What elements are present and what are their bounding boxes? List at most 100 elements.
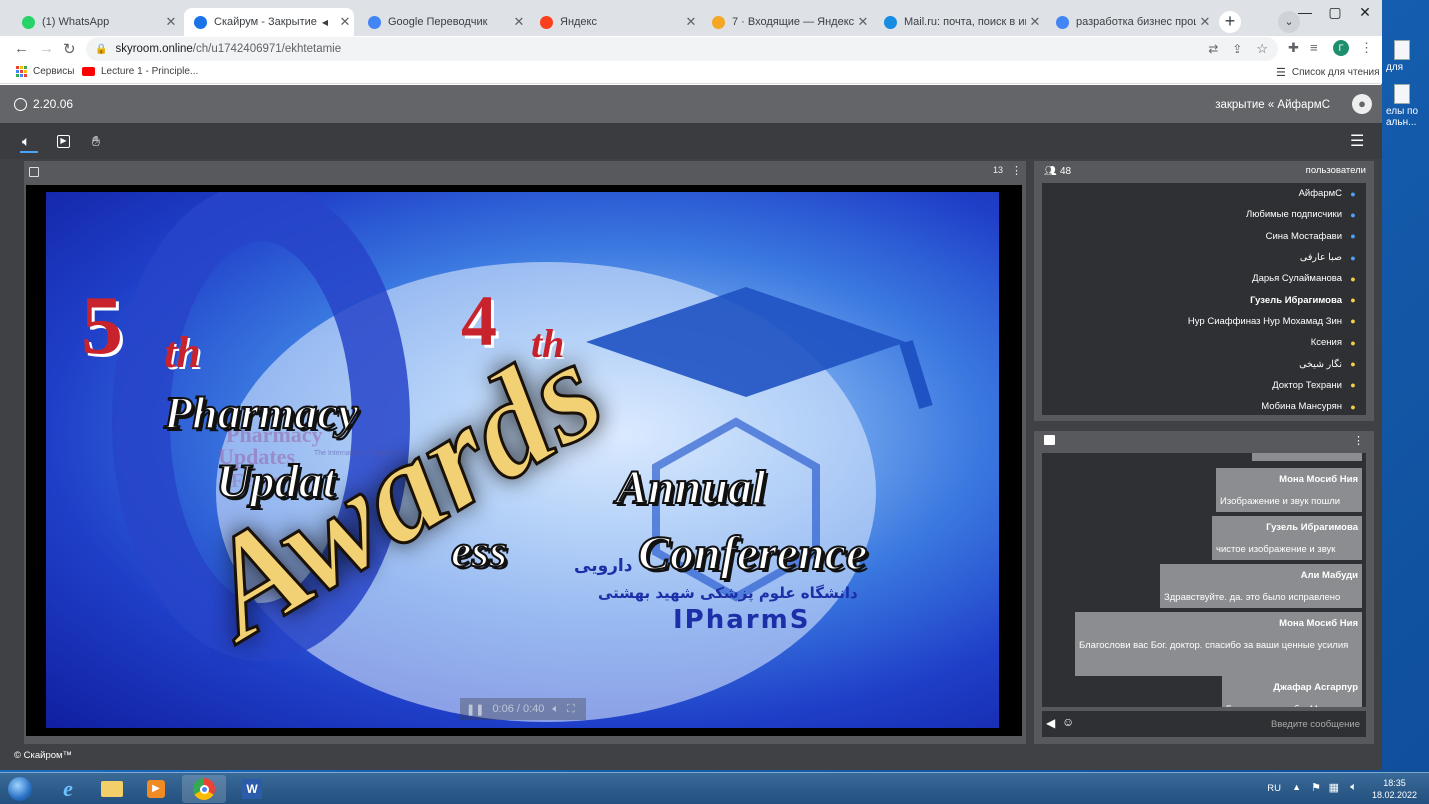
start-button[interactable] [0, 775, 40, 803]
close-window-button[interactable]: ✕ [1350, 0, 1380, 24]
chat-more-icon[interactable]: ⋮ [1353, 434, 1364, 447]
taskbar-media[interactable]: ▶ [134, 775, 178, 803]
star-icon[interactable]: ☆ [1256, 41, 1268, 57]
address-bar[interactable]: 🔒 skyroom.online/ch/u1742406971/ekhtetam… [86, 37, 1278, 61]
tab-item[interactable]: разработка бизнес процессов✕ [1046, 8, 1214, 36]
maximize-button[interactable]: ▢ [1320, 0, 1350, 24]
minimize-button[interactable]: — [1290, 0, 1320, 24]
tab-item[interactable]: Google Переводчик ✕ [358, 8, 528, 36]
user-row[interactable]: Любимые подписчики ● [1042, 204, 1366, 225]
share-icon[interactable]: ⇪ [1232, 42, 1242, 56]
user-name: Сина Мостафави [1265, 230, 1342, 242]
taskbar-ie[interactable]: e [46, 775, 90, 803]
back-icon[interactable]: ← [14, 40, 29, 57]
translate-icon[interactable]: ⇄ [1208, 42, 1218, 56]
slide-annual: Annual [615, 460, 766, 515]
user-row[interactable]: نگار شیخی ● [1042, 353, 1366, 374]
language-indicator[interactable]: RU [1267, 783, 1281, 794]
chat-author: Али Мабуди [1300, 570, 1358, 581]
user-icon: ● [1350, 273, 1356, 284]
close-tab-icon[interactable]: ✕ [162, 14, 180, 30]
tab-audio-icon[interactable]: ◀︎ [322, 18, 328, 27]
raise-hand-icon[interactable]: ✋︎ [92, 133, 100, 150]
emoji-icon[interactable]: ☺ [1062, 715, 1074, 729]
presentation-icon[interactable]: ▶ [57, 135, 70, 148]
bookmark-lecture[interactable]: Lecture 1 - Principle... [82, 66, 198, 77]
system-clock[interactable]: 18:35 18.02.2022 [1372, 777, 1417, 801]
tray-arrow-icon[interactable]: ▲ [1292, 782, 1301, 792]
mail-icon [712, 15, 725, 29]
user-name: Любимые подписчики [1246, 209, 1342, 221]
user-row[interactable]: صبا عارفی ● [1042, 247, 1366, 268]
tab-item[interactable]: Яндекс ✕ [530, 8, 700, 36]
copyright: © Скайром™ [14, 750, 73, 761]
taskbar-word[interactable]: W [230, 775, 274, 803]
account-icon[interactable]: ● [1352, 94, 1372, 114]
user-name: صبا عارفی [1299, 252, 1342, 264]
taskbar-explorer[interactable] [90, 775, 134, 803]
session-timer: 2.20.06 [14, 97, 73, 111]
close-tab-icon[interactable]: ✕ [854, 14, 872, 30]
media-icon[interactable]: ≡ [1310, 40, 1318, 55]
tab-title: Скайрум - Закрытие [214, 16, 317, 28]
tab-item[interactable]: Скайрум - Закрытие ◀︎ ✕ [184, 8, 354, 36]
clock-date: 18.02.2022 [1371, 790, 1417, 800]
action-center-icon[interactable]: ⚑ [1311, 781, 1321, 794]
desktop-file-icon[interactable]: для [1386, 40, 1426, 73]
new-tab-button[interactable]: + [1219, 11, 1241, 33]
bookmark-apps[interactable]: Сервисы [16, 66, 74, 77]
tab-item[interactable]: Mail.ru: почта, поиск в интерне✕ [874, 8, 1044, 36]
tab-item[interactable]: 7 · Входящие — Яндекс.Почта✕ [702, 8, 872, 36]
volume-icon[interactable]: 🔈︎ [552, 703, 559, 716]
user-row[interactable]: Мобина Мансурян ● [1042, 396, 1366, 415]
tab-item[interactable]: (1) WhatsApp ✕ [12, 8, 180, 36]
video-player[interactable]: Pharmacy Updates The International Congr… [26, 185, 1022, 736]
chat-input-bar[interactable]: ◀ ☺ Введите сообщение [1042, 711, 1366, 737]
media-player-icon: ▶ [147, 780, 165, 798]
menu-icon[interactable]: ⋮ [1360, 40, 1373, 56]
folder-icon [101, 781, 123, 797]
pause-icon[interactable]: ❚❚ [466, 703, 484, 716]
fullscreen-icon[interactable]: ⛶ [567, 703, 575, 716]
presentation-icon [29, 167, 39, 177]
video-time: 0:06 / 0:40 [492, 703, 545, 715]
close-tab-icon[interactable]: ✕ [1026, 14, 1044, 30]
lock-icon[interactable]: 🔒 [95, 44, 107, 55]
network-icon[interactable]: ▦ [1329, 781, 1339, 794]
user-row[interactable]: Гузель Ибрагимова ● [1042, 289, 1366, 310]
slide-persian: دارویی [574, 556, 633, 576]
close-tab-icon[interactable]: ✕ [1196, 14, 1214, 30]
google-translate-icon [368, 15, 381, 29]
more-icon[interactable]: ⋮ [1011, 164, 1022, 177]
hamburger-menu-icon[interactable]: ☰ [1350, 131, 1364, 151]
extensions-icon[interactable]: ✚ [1288, 40, 1299, 56]
user-icon: ● [1350, 316, 1356, 327]
profile-avatar[interactable]: Г [1333, 40, 1349, 56]
speaker-icon[interactable]: 🔈︎ [22, 133, 30, 150]
chat-input[interactable]: Введите сообщение [1271, 719, 1360, 730]
presentation-panel: 13 ⋮ Pharmacy Updates The International … [24, 161, 1026, 744]
user-row[interactable]: Дарья Сулайманова ● [1042, 268, 1366, 289]
user-row[interactable]: Доктор Техрани ● [1042, 375, 1366, 396]
presenter-user-icon: ● [1350, 231, 1356, 242]
reload-icon[interactable]: ↻ [63, 40, 76, 58]
close-tab-icon[interactable]: ✕ [336, 14, 354, 30]
tab-title: (1) WhatsApp [42, 16, 110, 28]
close-tab-icon[interactable]: ✕ [682, 14, 700, 30]
user-row[interactable]: АйфармС ● [1042, 183, 1366, 204]
chat-text: Здравствуйте. да. это было исправлено [1164, 592, 1341, 603]
taskbar-chrome[interactable] [182, 775, 226, 803]
user-row[interactable]: Нур Сиаффиназ Нур Мохамад Зин ● [1042, 311, 1366, 332]
user-row[interactable]: Ксения ● [1042, 332, 1366, 353]
user-name: Ксения [1310, 337, 1342, 349]
desktop-file-icon[interactable]: елы по альн... [1386, 84, 1426, 128]
send-icon[interactable]: ◀ [1046, 716, 1055, 730]
close-tab-icon[interactable]: ✕ [510, 14, 528, 30]
volume-tray-icon[interactable]: 🔈︎ [1350, 781, 1357, 794]
presentation-header: 13 ⋮ [24, 161, 1026, 183]
forward-icon[interactable]: → [39, 40, 54, 57]
user-icon: ● [1350, 380, 1356, 391]
user-list: АйфармС ● Любимые подписчики ● Сина Мостафав… [1042, 183, 1366, 415]
reading-list[interactable]: ☰ Список для чтения [1276, 66, 1380, 79]
user-row[interactable]: Сина Мостафави ● [1042, 226, 1366, 247]
